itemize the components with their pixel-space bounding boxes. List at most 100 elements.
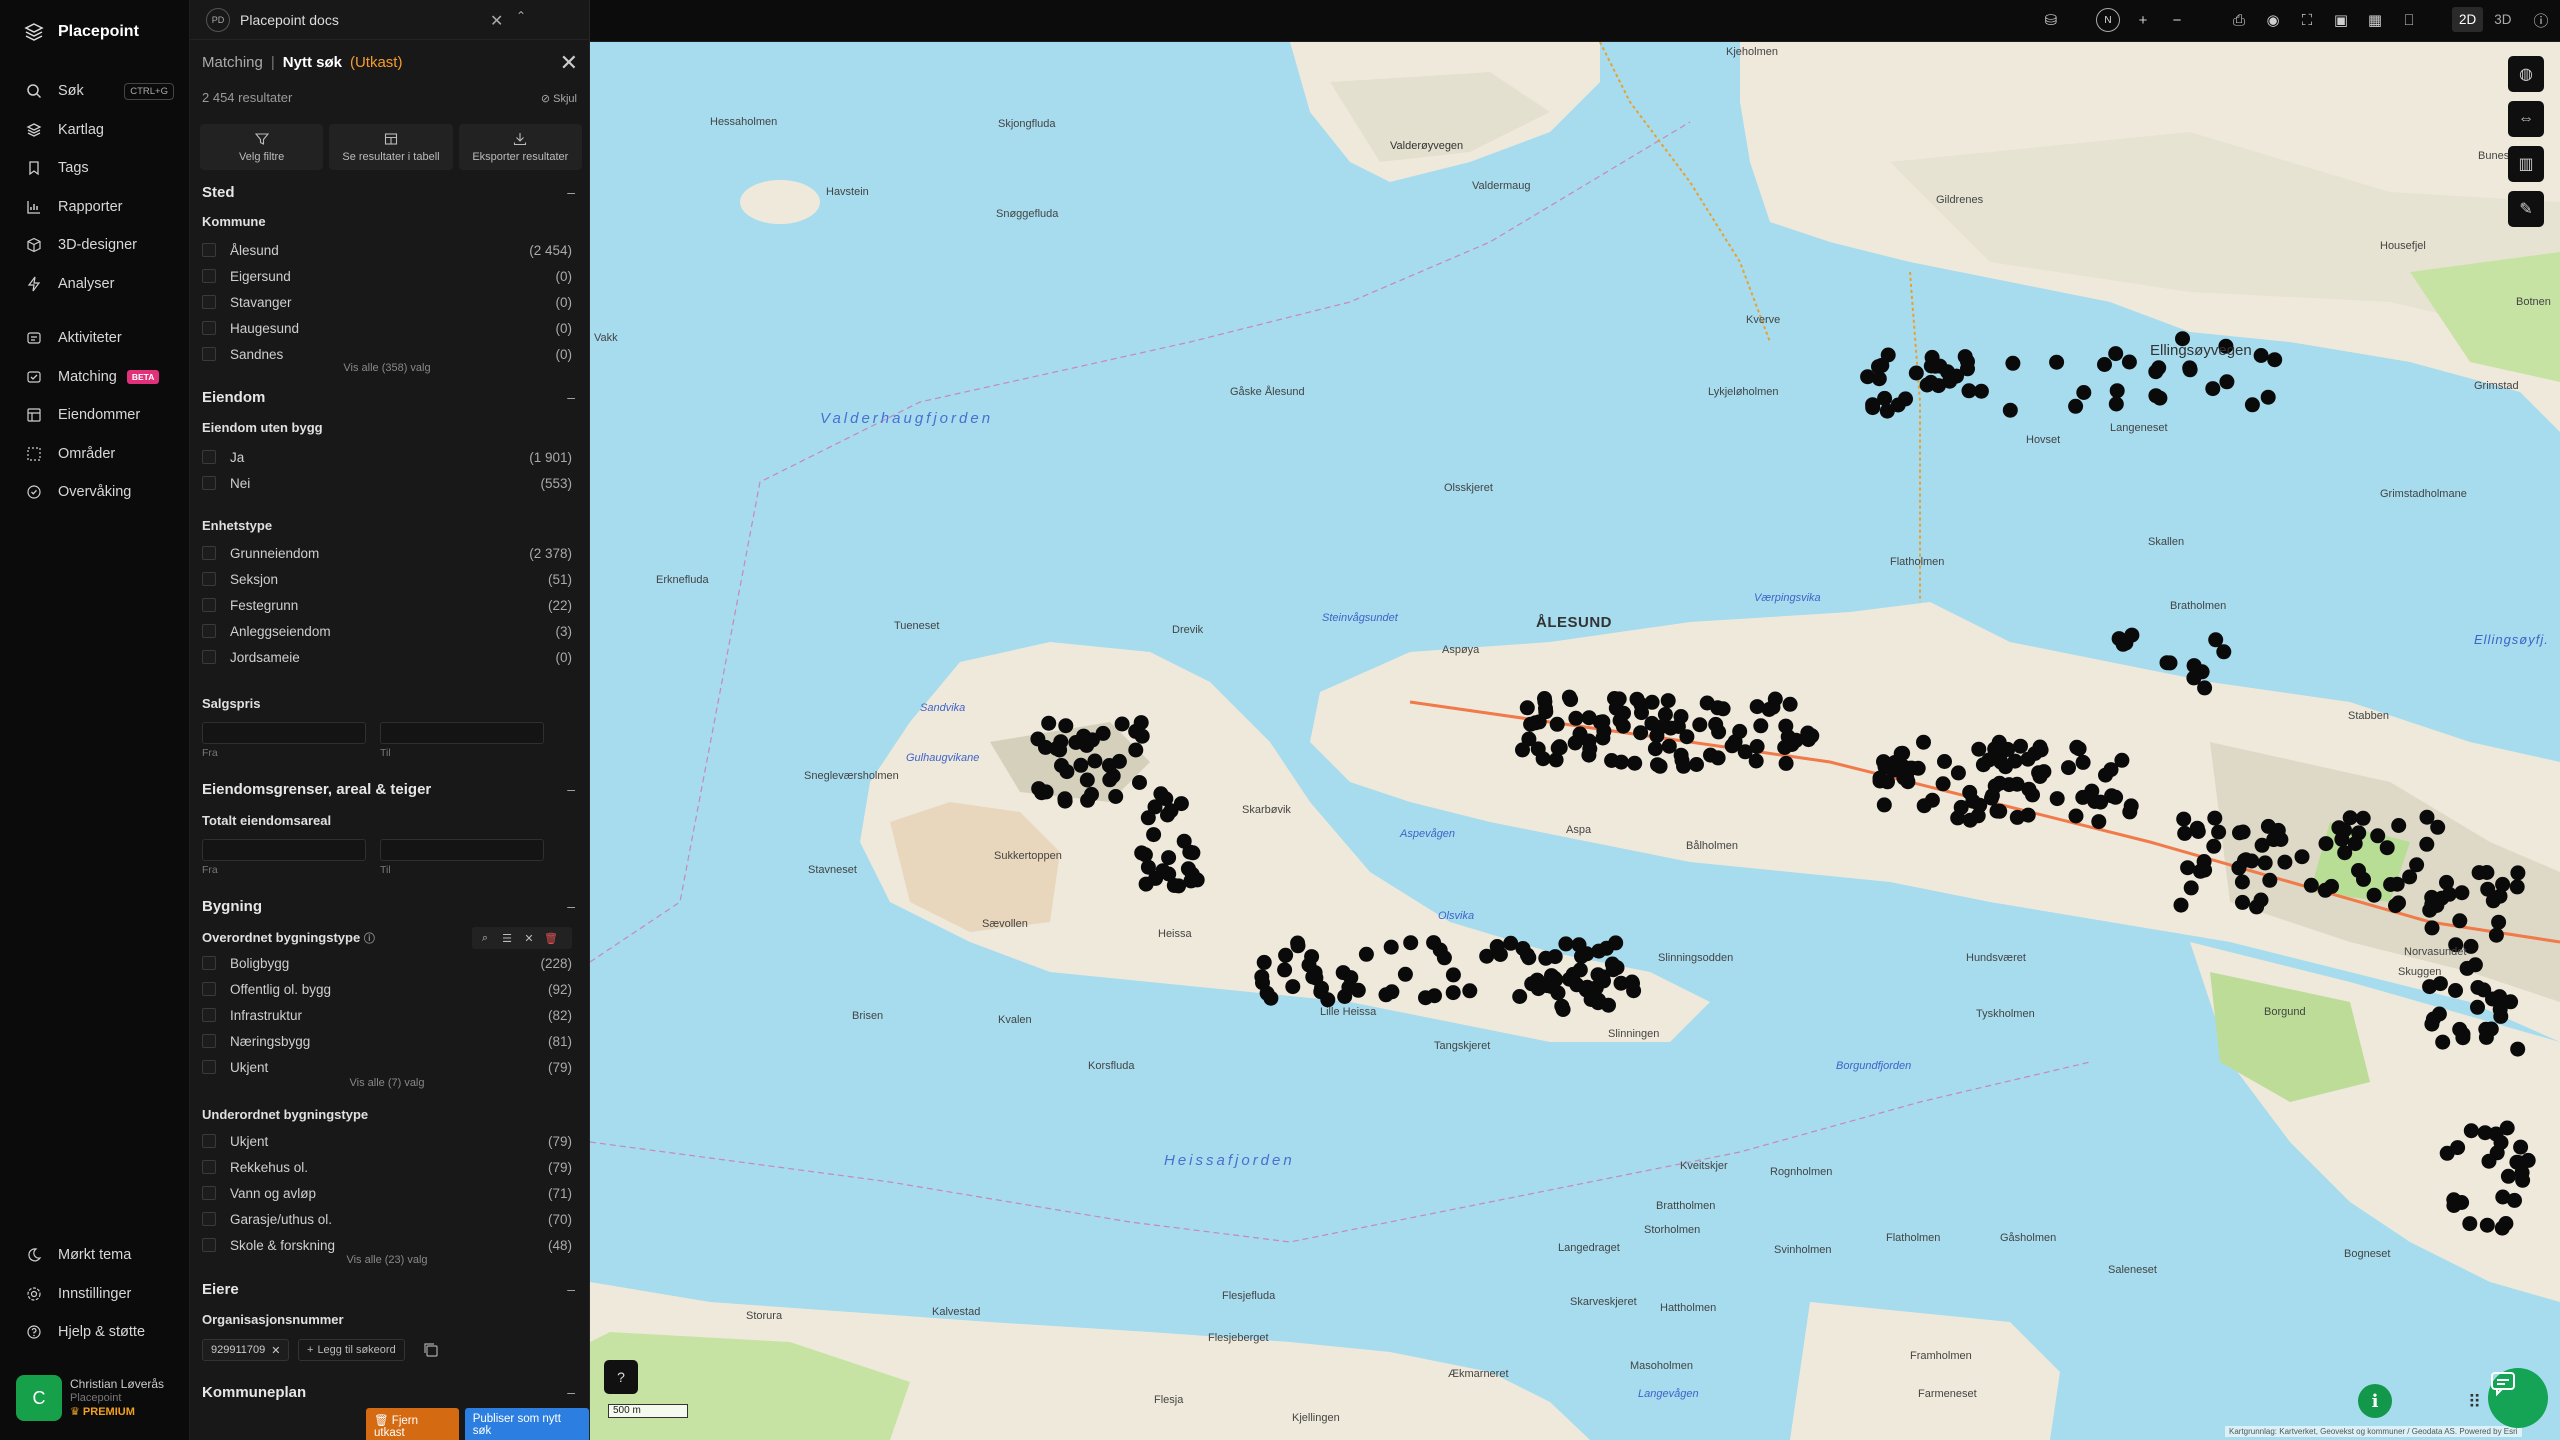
result-marker[interactable] — [2253, 892, 2269, 908]
result-marker[interactable] — [1084, 786, 1099, 802]
result-marker[interactable] — [1950, 765, 1966, 781]
hide-button[interactable]: ⊘ Skjul — [541, 92, 577, 105]
result-marker[interactable] — [2446, 1198, 2462, 1213]
result-marker[interactable] — [1185, 845, 1201, 861]
zoom-in-icon[interactable]: + — [2134, 11, 2152, 29]
result-marker[interactable] — [1492, 947, 1508, 962]
section-title-kommuneplan[interactable]: Kommuneplan — [202, 1384, 306, 1401]
result-marker[interactable] — [2435, 1034, 2451, 1050]
nav-item-analyses[interactable]: Analyser — [0, 265, 190, 304]
result-marker[interactable] — [1916, 798, 1932, 814]
result-marker[interactable] — [2391, 895, 2406, 911]
result-marker[interactable] — [2409, 857, 2425, 873]
nav-item-areas[interactable]: Områder — [0, 435, 190, 474]
result-marker[interactable] — [1896, 770, 1912, 786]
result-marker[interactable] — [2121, 354, 2137, 370]
result-marker[interactable] — [2463, 1123, 2479, 1139]
filter-option[interactable]: Haugesund (0) — [202, 315, 572, 341]
result-marker[interactable] — [2173, 897, 2189, 913]
result-marker[interactable] — [2068, 398, 2084, 414]
result-marker[interactable] — [2235, 894, 2250, 910]
result-marker[interactable] — [1975, 757, 1991, 773]
checkbox[interactable] — [202, 956, 216, 970]
result-marker[interactable] — [1991, 734, 2007, 750]
result-marker[interactable] — [1350, 982, 1366, 998]
show-all-link[interactable]: Vis alle (7) valg — [202, 1077, 572, 1089]
result-marker[interactable] — [2488, 927, 2504, 943]
result-marker[interactable] — [2498, 1216, 2514, 1231]
result-marker[interactable] — [1595, 714, 1611, 730]
result-marker[interactable] — [1102, 772, 1118, 788]
result-marker[interactable] — [2002, 402, 2018, 418]
result-marker[interactable] — [2277, 854, 2293, 870]
user-card[interactable]: C Christian Løverås Placepoint ♛ PREMIUM — [16, 1372, 180, 1424]
measure-icon[interactable]: ⇔ — [2508, 101, 2544, 137]
result-marker[interactable] — [2005, 355, 2021, 371]
result-marker[interactable] — [1108, 789, 1124, 804]
result-marker[interactable] — [2485, 893, 2501, 909]
result-marker[interactable] — [2510, 1041, 2526, 1057]
result-marker[interactable] — [1041, 715, 1057, 731]
result-marker[interactable] — [1574, 948, 1589, 964]
result-marker[interactable] — [1629, 691, 1645, 707]
result-marker[interactable] — [2162, 655, 2178, 671]
result-marker[interactable] — [1530, 741, 1546, 757]
result-marker[interactable] — [2495, 876, 2511, 892]
apps-grid-icon[interactable]: ⠿ — [2468, 1392, 2481, 1413]
result-marker[interactable] — [1515, 941, 1531, 956]
result-marker[interactable] — [1877, 390, 1893, 406]
view-table-button[interactable]: Se resultater i tabell — [329, 124, 453, 170]
keyword-chip[interactable]: 929911709 ✕ — [202, 1339, 290, 1361]
result-marker[interactable] — [1550, 985, 1566, 1001]
result-marker[interactable] — [1427, 988, 1442, 1004]
result-marker[interactable] — [2513, 1139, 2529, 1155]
result-marker[interactable] — [2071, 741, 2087, 757]
result-marker[interactable] — [2075, 754, 2091, 770]
filter-option[interactable]: Vann og avløp (71) — [202, 1180, 572, 1206]
result-marker[interactable] — [2262, 872, 2278, 888]
nav-item-help[interactable]: Hjelp & støtte — [0, 1313, 190, 1352]
result-marker[interactable] — [1595, 730, 1611, 746]
info-button[interactable]: i — [2358, 1384, 2392, 1418]
result-marker[interactable] — [1673, 709, 1689, 724]
result-marker[interactable] — [2180, 860, 2196, 876]
eye-icon[interactable]: ◉ — [2264, 11, 2282, 29]
result-marker[interactable] — [1581, 733, 1597, 749]
result-marker[interactable] — [1058, 718, 1074, 734]
result-marker[interactable] — [2477, 1125, 2493, 1141]
result-marker[interactable] — [2109, 383, 2125, 399]
result-marker[interactable] — [1538, 950, 1554, 966]
show-all-link[interactable]: Vis alle (23) valg — [202, 1254, 572, 1266]
result-marker[interactable] — [2454, 885, 2470, 901]
chat-button[interactable] — [2488, 1368, 2548, 1428]
filter-option[interactable]: Anleggseiendom (3) — [202, 618, 572, 644]
result-marker[interactable] — [2424, 920, 2440, 936]
result-marker[interactable] — [1633, 725, 1649, 741]
result-marker[interactable] — [2391, 818, 2407, 833]
result-marker[interactable] — [1778, 755, 1794, 771]
map-canvas[interactable]: Hessaholmen Skjongfluda Havstein Snøggef… — [590, 42, 2560, 1440]
result-marker[interactable] — [2027, 746, 2043, 761]
filter-option[interactable]: Ålesund (2 454) — [202, 237, 572, 263]
select-filters-button[interactable]: Velg filtre — [200, 124, 324, 170]
result-marker[interactable] — [1462, 983, 1478, 999]
grid-icon[interactable]: ▦ — [2366, 11, 2384, 29]
checkbox[interactable] — [202, 1238, 216, 1252]
result-marker[interactable] — [1552, 739, 1568, 755]
result-marker[interactable] — [1538, 704, 1554, 720]
result-marker[interactable] — [1128, 742, 1144, 758]
result-marker[interactable] — [2197, 680, 2213, 696]
result-marker[interactable] — [2108, 396, 2124, 412]
checkbox[interactable] — [202, 450, 216, 464]
result-marker[interactable] — [2366, 887, 2382, 903]
result-marker[interactable] — [2303, 877, 2319, 893]
price-to-input[interactable] — [380, 722, 544, 744]
result-marker[interactable] — [2430, 819, 2446, 835]
nav-item-settings[interactable]: Innstillinger — [0, 1275, 190, 1314]
result-marker[interactable] — [1523, 716, 1539, 732]
result-marker[interactable] — [2370, 828, 2386, 844]
chevron-updown-icon[interactable]: ⌃ — [516, 9, 526, 23]
result-marker[interactable] — [2219, 374, 2235, 390]
result-marker[interactable] — [1880, 774, 1895, 790]
result-marker[interactable] — [1133, 715, 1149, 731]
